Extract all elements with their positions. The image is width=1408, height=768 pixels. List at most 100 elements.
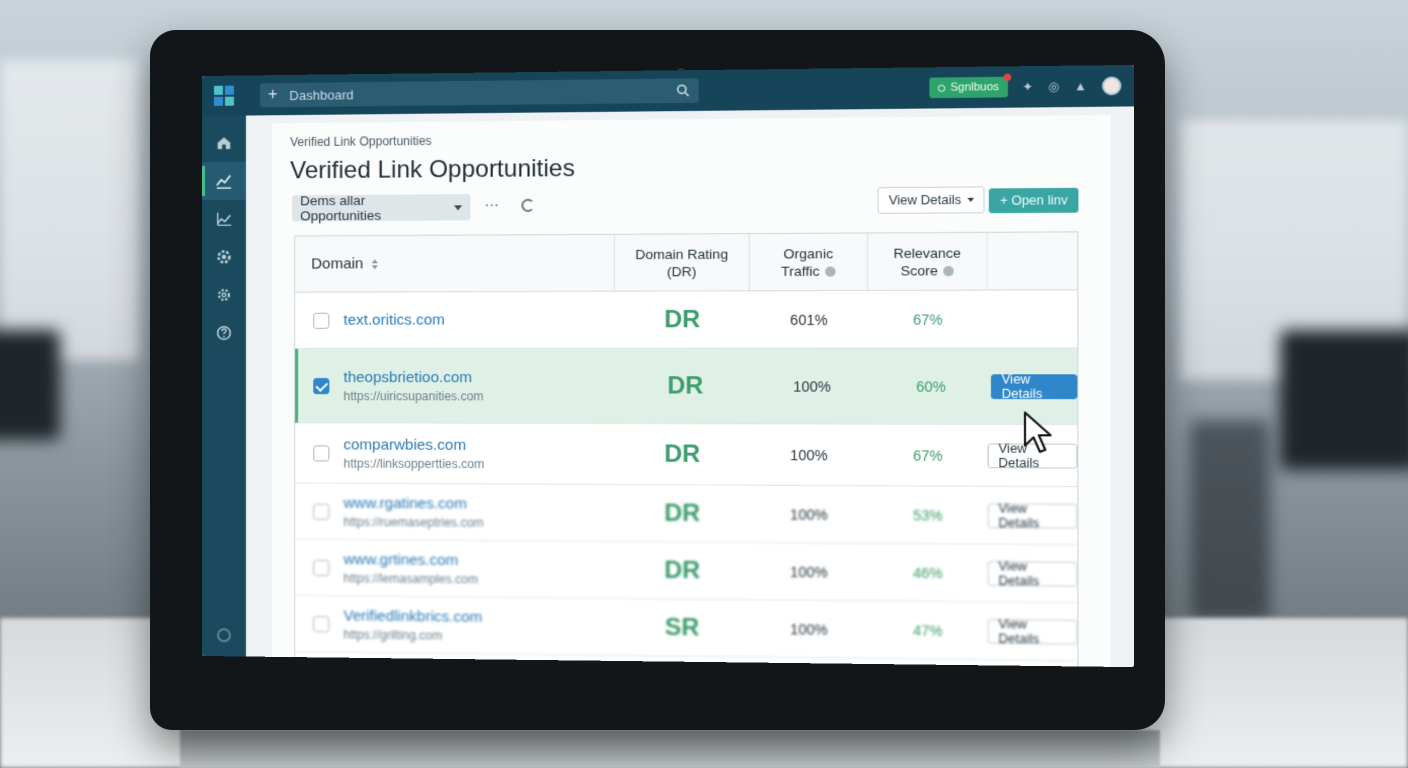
- column-header-label: Domain Rating (DR): [635, 245, 729, 279]
- domain-name-link[interactable]: www.grtines.com: [343, 551, 478, 569]
- domain-name-link[interactable]: Verifiedlinkbrics.com: [343, 607, 482, 626]
- view-details-dropdown[interactable]: View Details: [878, 186, 985, 214]
- column-header-domain[interactable]: Domain: [295, 234, 615, 292]
- background-chair: [1190, 420, 1270, 620]
- line-chart-icon: [215, 174, 231, 189]
- score-cell: 53%: [868, 486, 988, 543]
- table-row[interactable]: comparwbies.com https://linksoppertties.…: [295, 423, 1078, 488]
- domain-cell: theopsbrietioo.com https://uiricsupaniti…: [298, 349, 618, 423]
- breadcrumb[interactable]: Verified Link Opportunities: [290, 134, 432, 149]
- status-pill[interactable]: Sgnlbuos: [929, 73, 1011, 99]
- domain-text: www.rgatines.com https://ruemaseptries.c…: [343, 494, 483, 529]
- monitor-stand: [180, 730, 1160, 768]
- dr-cell: DR: [615, 424, 750, 485]
- row-checkbox[interactable]: [313, 444, 330, 461]
- action-cell: [988, 290, 1078, 347]
- domain-url: https://grilting.com: [343, 627, 443, 643]
- page-title: Verified Link Opportunities: [290, 154, 575, 185]
- settings-icon[interactable]: ◎: [1048, 79, 1059, 94]
- gear-icon: [217, 249, 231, 264]
- relevance-score: 67%: [913, 446, 943, 464]
- add-icon[interactable]: +: [268, 86, 277, 104]
- sidebar-item-home[interactable]: [202, 124, 246, 162]
- sidebar-item-integrations[interactable]: [202, 276, 246, 314]
- domain-rating: SR: [664, 613, 700, 642]
- sidebar-item-settings[interactable]: [202, 238, 246, 276]
- avatar[interactable]: [1102, 76, 1122, 96]
- view-details-button[interactable]: View Details: [987, 501, 1078, 530]
- sidebar-item-reports[interactable]: [202, 200, 246, 238]
- domain-name-link[interactable]: comparwbies.com: [343, 436, 484, 454]
- dr-cell: DR: [615, 485, 750, 542]
- domain-url: https://linksoppertties.com: [343, 456, 485, 471]
- sort-icon[interactable]: [371, 258, 378, 269]
- mouse-cursor-icon: [1023, 410, 1055, 456]
- domain-name-link[interactable]: www.rgatines.com: [343, 494, 483, 512]
- row-checkbox[interactable]: [313, 559, 330, 576]
- table-row[interactable]: www.grtines.com https://lemasamples.com …: [295, 539, 1078, 604]
- column-header-organic-traffic[interactable]: Organic Traffic: [749, 233, 869, 291]
- sidebar-item-analytics[interactable]: [202, 161, 246, 200]
- domain-rating: DR: [664, 439, 701, 468]
- domain-text: theopsbrietioo.com https://uiricsupaniti…: [343, 369, 483, 403]
- dr-cell: SR: [615, 599, 750, 657]
- background-window: [0, 60, 140, 360]
- background-monitor: [0, 330, 60, 440]
- score-cell: 46%: [868, 544, 988, 602]
- column-header-label: Relevance Score: [885, 244, 970, 279]
- info-icon[interactable]: [824, 265, 836, 277]
- table-row[interactable]: Verifiedlinkbrics.com https://grilting.c…: [295, 595, 1078, 662]
- collapse-sidebar-icon[interactable]: [216, 628, 231, 643]
- domain-name-link[interactable]: theopsbrietioo.com: [343, 369, 483, 386]
- notification-icon[interactable]: ▲: [1074, 79, 1087, 94]
- status-label: Sgnlbuos: [950, 80, 999, 94]
- column-header-label: Domain: [311, 255, 364, 273]
- domain-rating: DR: [664, 498, 701, 527]
- row-checkbox[interactable]: [313, 503, 330, 520]
- search-input[interactable]: + Dashboard: [259, 78, 699, 108]
- home-icon: [217, 137, 230, 150]
- view-details-button[interactable]: View Details: [987, 616, 1078, 646]
- sidebar-item-help[interactable]: [202, 314, 246, 352]
- app-logo[interactable]: [202, 75, 246, 116]
- traffic-cell: 100%: [750, 424, 868, 485]
- content-panel: Verified Link Opportunities Verified Lin…: [272, 114, 1111, 668]
- relevance-score: 53%: [913, 506, 943, 524]
- chevron-down-icon: [967, 197, 974, 202]
- background-monitor: [1280, 330, 1408, 470]
- monitor: + Dashboard Sgnlbuos ✦ ◎ ▲ Verified Link…: [150, 30, 1165, 730]
- table-row[interactable]: text.oritics.com DR 601% 67%: [295, 290, 1078, 349]
- domain-rating: DR: [664, 556, 701, 584]
- relevance-score: 46%: [913, 564, 943, 581]
- more-options-button[interactable]: ···: [485, 196, 499, 212]
- main-content: Verified Link Opportunities Verified Lin…: [245, 106, 1135, 668]
- refresh-icon[interactable]: [521, 198, 535, 213]
- info-icon[interactable]: [943, 265, 954, 276]
- row-checkbox-checked[interactable]: [313, 377, 330, 394]
- organic-traffic: 601%: [790, 311, 828, 328]
- bell-icon[interactable]: ✦: [1022, 80, 1033, 95]
- view-details-button[interactable]: View Details: [987, 559, 1078, 588]
- top-right-controls: Sgnlbuos ✦ ◎ ▲: [929, 73, 1122, 99]
- row-checkbox[interactable]: [313, 312, 330, 329]
- domain-name-link[interactable]: text.oritics.com: [343, 311, 444, 328]
- opportunity-filter-select[interactable]: Dems allar Opportunities: [292, 193, 471, 223]
- table-header: Domain Domain Rating (DR) Organic Traffi…: [295, 232, 1078, 293]
- column-header-relevance-score[interactable]: Relevance Score: [868, 232, 988, 290]
- dr-cell: DR: [615, 542, 750, 599]
- help-icon: [216, 325, 231, 340]
- table-row[interactable]: www.rgatines.com https://ruemaseptries.c…: [295, 483, 1078, 546]
- area-chart-icon: [216, 212, 231, 226]
- view-details-button[interactable]: View Details: [990, 372, 1078, 401]
- open-link-button[interactable]: + Open linv: [989, 187, 1079, 214]
- domain-text: www.grtines.com https://lemasamples.com: [343, 551, 478, 586]
- column-header-domain-rating[interactable]: Domain Rating (DR): [614, 234, 750, 291]
- row-checkbox[interactable]: [313, 615, 330, 632]
- traffic-cell: 601%: [750, 291, 868, 348]
- view-details-label: View Details: [888, 192, 962, 208]
- domain-cell: comparwbies.com https://linksoppertties.…: [295, 423, 615, 484]
- domain-cell: www.grtines.com https://lemasamples.com: [295, 540, 615, 598]
- table-row-selected[interactable]: theopsbrietioo.com https://uiricsupaniti…: [295, 348, 1078, 426]
- status-dot-icon: [937, 84, 945, 92]
- search-icon[interactable]: [676, 83, 691, 97]
